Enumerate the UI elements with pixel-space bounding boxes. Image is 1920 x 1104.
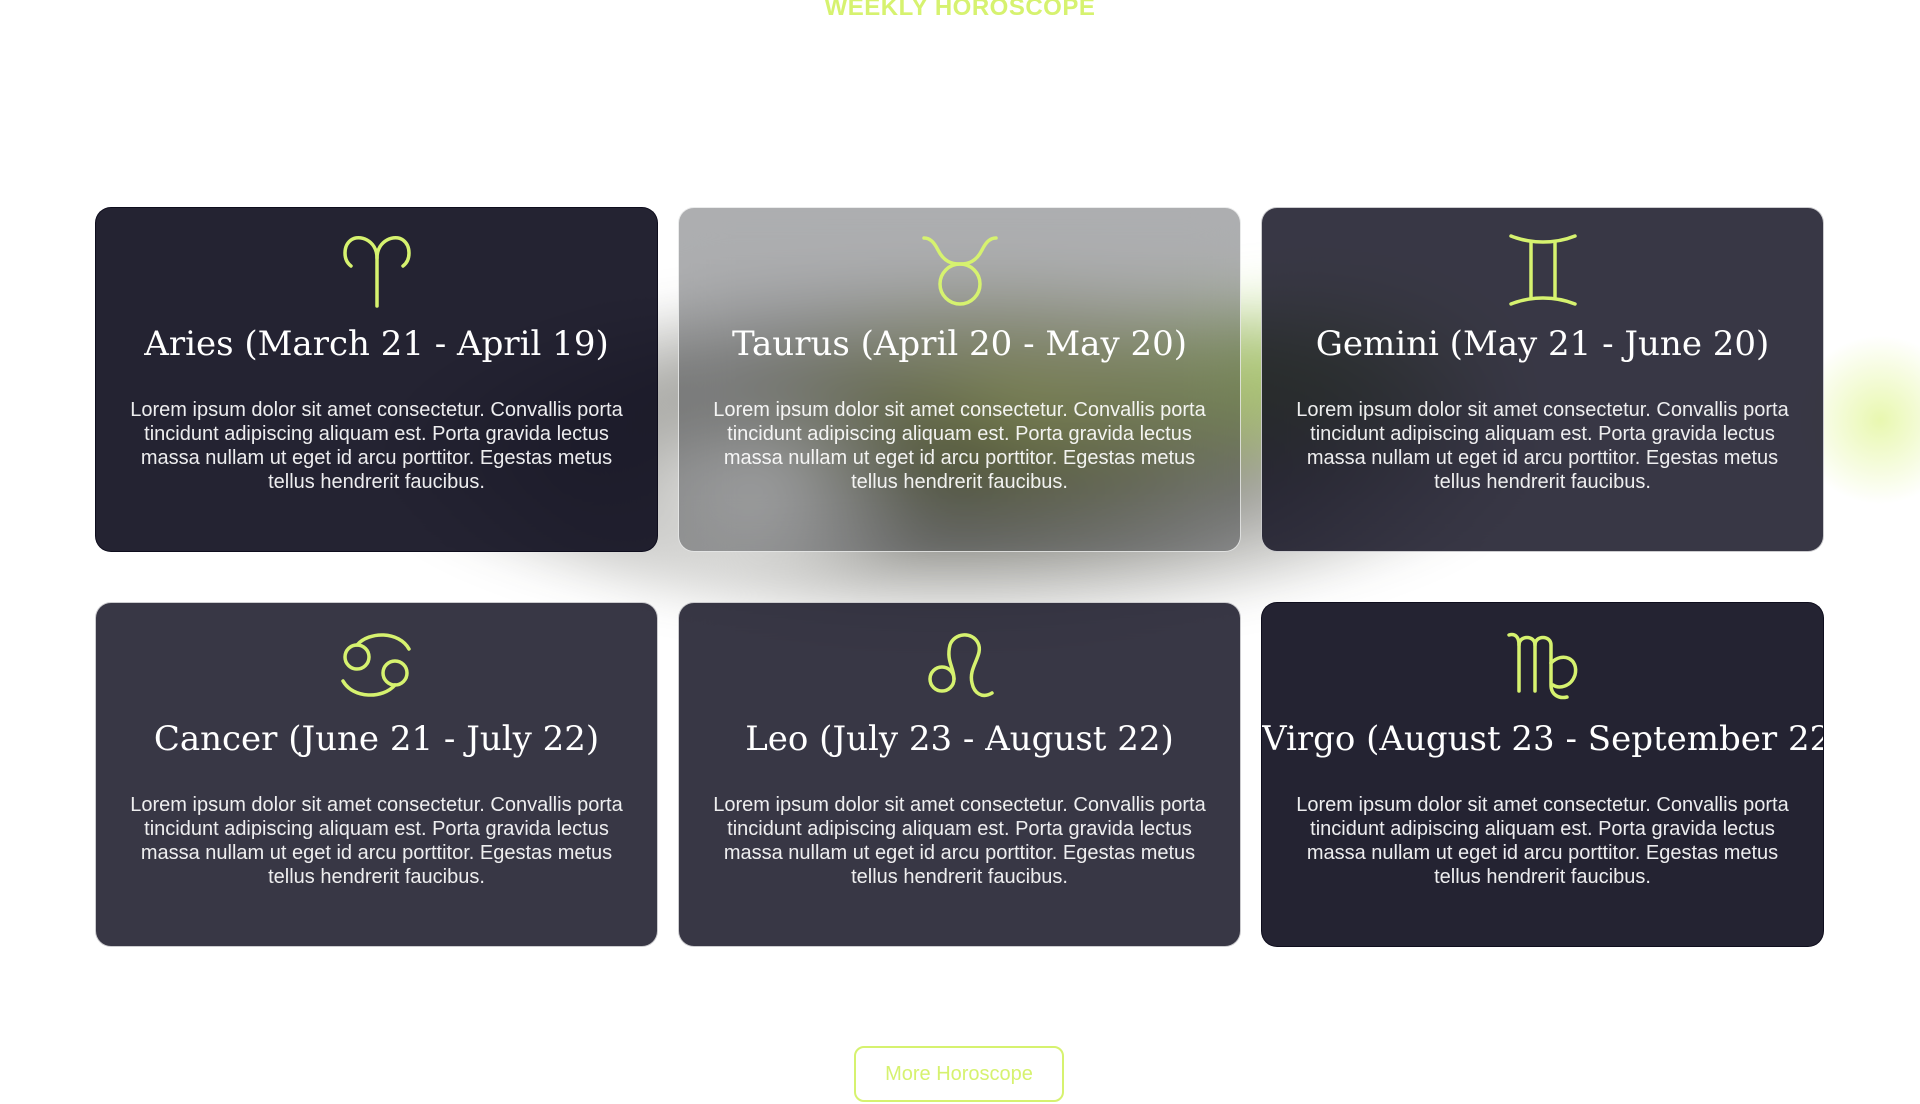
card-text: Lorem ipsum dolor sit amet consectetur. … — [713, 399, 1206, 493]
more-horoscope-button[interactable]: More Horoscope — [854, 1046, 1064, 1102]
section-title: WEEKLY HOROSCOPE — [824, 0, 1096, 21]
card-title: Aries (March 21 - April 19) — [144, 324, 609, 364]
leo-icon — [679, 627, 1240, 703]
taurus-icon — [679, 232, 1240, 308]
card-text: Lorem ipsum dolor sit amet consectetur. … — [130, 399, 623, 493]
horoscope-grid: Aries (March 21 - April 19) Lorem ipsum … — [95, 207, 1825, 947]
card-leo[interactable]: Leo (July 23 - August 22) Lorem ipsum do… — [678, 602, 1241, 947]
aries-icon — [96, 232, 657, 308]
card-text: Lorem ipsum dolor sit amet consectetur. … — [713, 794, 1206, 888]
card-taurus[interactable]: Taurus (April 20 - May 20) Lorem ipsum d… — [678, 207, 1241, 552]
card-virgo[interactable]: Virgo (August 23 - September 22) Lorem i… — [1261, 602, 1824, 947]
card-text: Lorem ipsum dolor sit amet consectetur. … — [130, 794, 623, 888]
card-title: Leo (July 23 - August 22) — [745, 719, 1174, 759]
card-gemini[interactable]: Gemini (May 21 - June 20) Lorem ipsum do… — [1261, 207, 1824, 552]
card-text: Lorem ipsum dolor sit amet consectetur. … — [1296, 399, 1789, 493]
card-title: Virgo (August 23 - September 22) — [1262, 719, 1824, 759]
card-text: Lorem ipsum dolor sit amet consectetur. … — [1296, 794, 1789, 888]
virgo-icon — [1262, 627, 1823, 703]
card-title: Gemini (May 21 - June 20) — [1315, 324, 1770, 364]
card-title: Taurus (April 20 - May 20) — [732, 324, 1187, 364]
card-title: Cancer (June 21 - July 22) — [153, 719, 600, 759]
card-cancer[interactable]: Cancer (June 21 - July 22) Lorem ipsum d… — [95, 602, 658, 947]
gemini-icon — [1262, 232, 1823, 308]
cancer-icon — [96, 627, 657, 703]
card-aries[interactable]: Aries (March 21 - April 19) Lorem ipsum … — [95, 207, 658, 552]
